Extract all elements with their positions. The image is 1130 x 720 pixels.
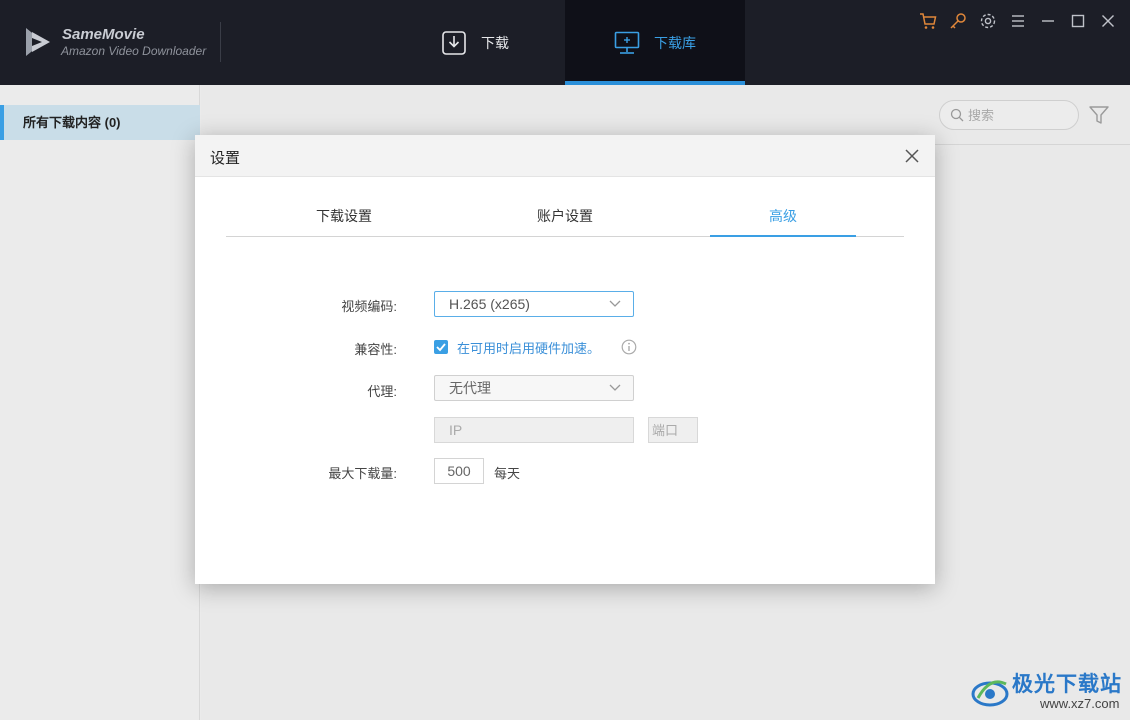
app-subtitle: Amazon Video Downloader <box>61 44 207 58</box>
dialog-close-icon[interactable] <box>903 147 921 165</box>
search-box[interactable] <box>939 100 1079 130</box>
proxy-port-input[interactable] <box>648 417 698 443</box>
logo-divider <box>220 22 221 62</box>
search-input[interactable] <box>968 107 1068 123</box>
tab-advanced[interactable]: 高级 <box>710 197 856 237</box>
proxy-ip-input[interactable] <box>434 417 634 443</box>
watermark-text: 极光下载站 <box>1012 673 1122 696</box>
proxy-value: 无代理 <box>449 380 491 396</box>
filter-icon[interactable] <box>1088 104 1110 126</box>
sidebar-item-all-downloads[interactable]: 所有下载内容 (0) <box>0 105 200 140</box>
nav-tab-download[interactable]: 下载 <box>385 0 565 85</box>
settings-dialog: 设置 下载设置 账户设置 高级 视频编码: H.265 (x265) 兼容性: … <box>195 135 935 584</box>
samemovie-logo-icon <box>26 28 50 56</box>
settings-tabs: 下载设置 账户设置 高级 <box>226 197 904 237</box>
hardware-acceleration-label[interactable]: 在可用时启用硬件加速。 <box>457 338 600 357</box>
close-icon[interactable] <box>1098 11 1118 31</box>
download-icon <box>442 30 466 55</box>
monitor-icon <box>614 31 640 54</box>
checkmark-icon <box>436 343 446 352</box>
watermark-logo-icon <box>971 680 1009 707</box>
max-download-unit: 每天 <box>494 466 521 481</box>
dialog-title: 设置 <box>210 150 241 167</box>
max-download-input[interactable] <box>434 458 484 484</box>
video-codec-value: H.265 (x265) <box>449 296 530 312</box>
proxy-label: 代理: <box>367 384 397 399</box>
sidebar: 所有下载内容 (0) <box>0 85 200 720</box>
key-icon[interactable] <box>948 11 968 31</box>
dialog-header: 设置 <box>195 135 935 177</box>
info-icon[interactable] <box>621 339 637 355</box>
search-icon <box>950 108 964 122</box>
proxy-select[interactable]: 无代理 <box>434 375 634 401</box>
title-bar: SameMovie Amazon Video Downloader 下载 下载库 <box>0 0 1130 85</box>
video-codec-select[interactable]: H.265 (x265) <box>434 291 634 317</box>
nav-download-label: 下载 <box>481 34 509 51</box>
minimize-icon[interactable] <box>1038 11 1058 31</box>
max-download-label: 最大下载量: <box>328 466 397 481</box>
app-name: SameMovie <box>62 26 145 43</box>
chevron-down-icon <box>609 384 621 391</box>
watermark: 极光下载站 www.xz7.com <box>970 668 1125 716</box>
watermark-url: www.xz7.com <box>1040 696 1120 711</box>
app-logo: SameMovie Amazon Video Downloader <box>22 26 222 62</box>
chevron-down-icon <box>609 300 621 307</box>
cart-icon[interactable] <box>918 11 938 31</box>
hardware-acceleration-checkbox[interactable] <box>434 340 448 354</box>
nav-tab-library[interactable]: 下载库 <box>565 0 745 85</box>
video-codec-label: 视频编码: <box>341 299 397 314</box>
gear-icon[interactable] <box>978 11 998 31</box>
window-controls <box>918 10 1118 32</box>
compatibility-label: 兼容性: <box>354 342 397 357</box>
nav-library-label: 下载库 <box>654 34 696 51</box>
tab-account-settings[interactable]: 账户设置 <box>462 197 668 237</box>
menu-icon[interactable] <box>1008 11 1028 31</box>
tab-download-settings[interactable]: 下载设置 <box>226 197 462 237</box>
maximize-icon[interactable] <box>1068 11 1088 31</box>
